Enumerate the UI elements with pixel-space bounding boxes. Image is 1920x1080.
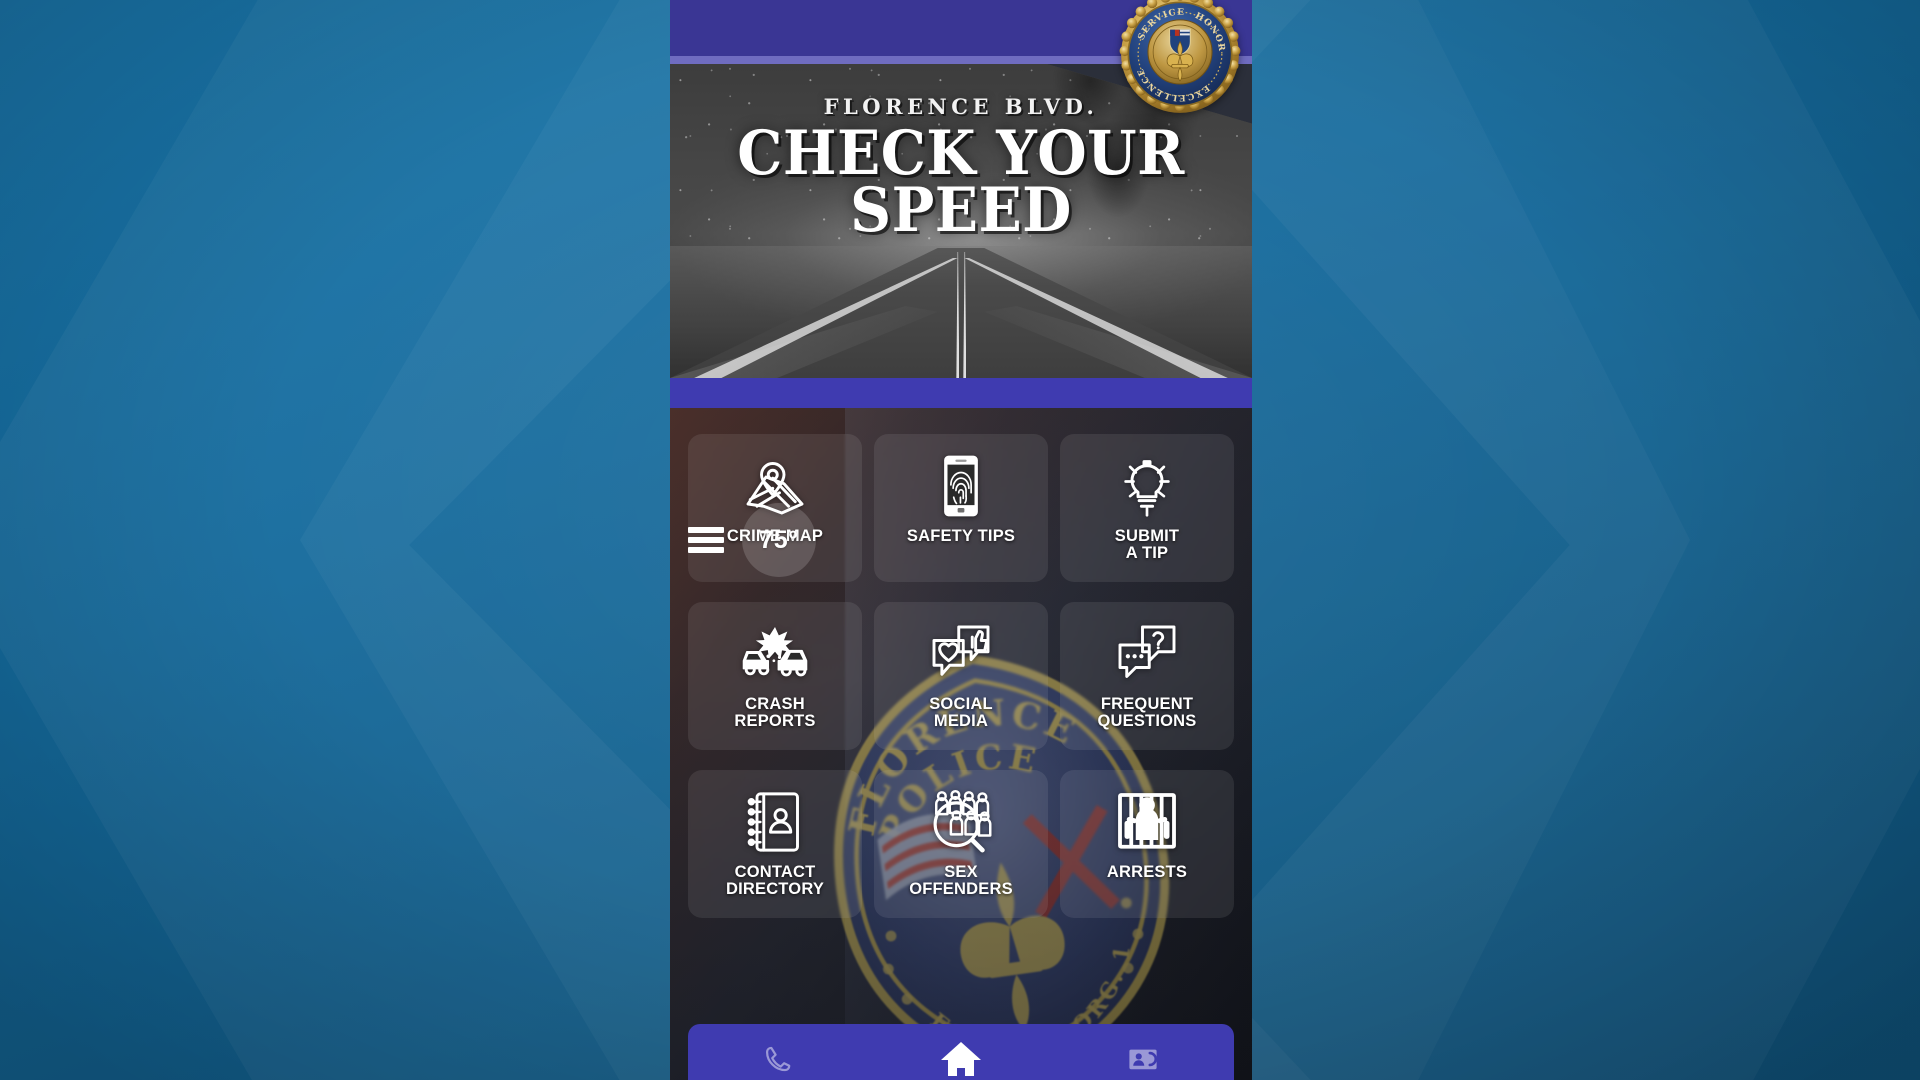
phone-handset-icon <box>765 1046 791 1072</box>
tile-arrests[interactable]: ARRESTS <box>1060 770 1234 918</box>
car-collision-icon <box>739 618 811 690</box>
hamburger-menu-icon[interactable] <box>688 527 724 553</box>
social-bubbles-icon <box>925 618 997 690</box>
tile-label: SOCIAL MEDIA <box>929 695 993 731</box>
tile-social-media[interactable]: SOCIAL MEDIA <box>874 602 1048 750</box>
tile-submit-a-tip[interactable]: SUBMIT A TIP <box>1060 434 1234 582</box>
section-divider-band <box>670 378 1252 408</box>
hero-headline-line-2: SPEED <box>850 175 1072 247</box>
nav-item-contacts[interactable] <box>1052 1024 1234 1080</box>
contact-card-icon <box>1129 1049 1158 1070</box>
tile-safety-tips[interactable]: SAFETY TIPS <box>874 434 1048 582</box>
hero-headline-line-1: CHECK YOUR <box>737 118 1185 189</box>
home-icon <box>941 1042 981 1077</box>
tile-label: FREQUENT QUESTIONS <box>1097 695 1197 731</box>
weather-temperature-button[interactable]: 75° <box>742 503 816 577</box>
bottom-navigation-bar <box>688 1024 1234 1080</box>
tile-crash-reports[interactable]: CRASH REPORTS <box>688 602 862 750</box>
tile-sex-offenders[interactable]: SEX OFFENDERS <box>874 770 1048 918</box>
hamburger-bar-3 <box>688 547 724 553</box>
police-badge-seal-icon[interactable]: SERVICE HONOR EXCELLENCE <box>1118 0 1242 116</box>
tile-contact-directory[interactable]: CONTACT DIRECTORY <box>688 770 862 918</box>
broadcast-stage: FLORENCE BLVD. CHECK YOUR SPEED 75° SERV… <box>0 0 1920 1080</box>
question-bubbles-icon <box>1111 618 1183 690</box>
tile-label: SEX OFFENDERS <box>909 863 1013 899</box>
tile-label: SAFETY TIPS <box>906 527 1016 545</box>
people-magnifier-icon <box>925 786 997 858</box>
hamburger-bar-1 <box>688 527 724 533</box>
tile-label: CONTACT DIRECTORY <box>725 863 825 899</box>
phone-screen: FLORENCE BLVD. CHECK YOUR SPEED 75° SERV… <box>670 0 1252 1080</box>
tile-label: ARRESTS <box>1106 863 1188 881</box>
lightbulb-icon <box>1111 450 1183 522</box>
tile-frequent-questions[interactable]: FREQUENT QUESTIONS <box>1060 602 1234 750</box>
hamburger-bar-2 <box>688 537 724 543</box>
quick-links-grid: CRIME MAP SAFETY TIPS SUBMIT A TIP CRASH… <box>670 434 1252 918</box>
tile-label: SUBMIT A TIP <box>1114 527 1180 563</box>
address-book-icon <box>739 786 811 858</box>
weather-temperature-value: 75° <box>759 525 799 554</box>
phone-fingerprint-icon <box>925 450 997 522</box>
tile-label: CRASH REPORTS <box>734 695 816 731</box>
nav-item-home[interactable] <box>870 1024 1052 1080</box>
jail-bars-icon <box>1111 786 1183 858</box>
nav-item-call[interactable] <box>688 1024 870 1080</box>
